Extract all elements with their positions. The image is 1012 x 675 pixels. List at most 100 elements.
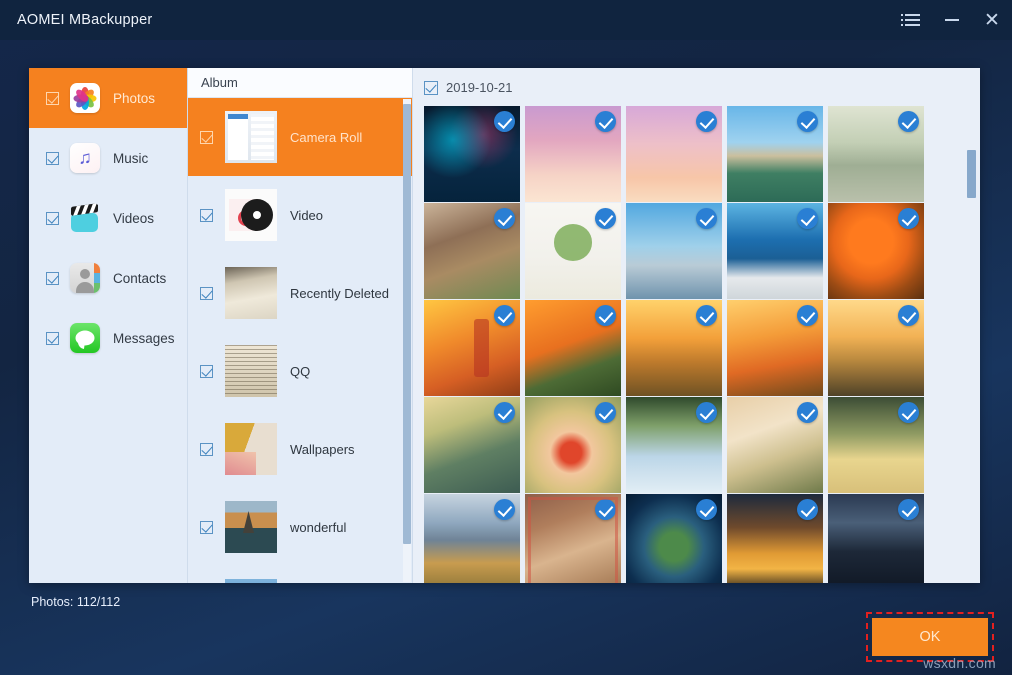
album-label-recently-deleted: Recently Deleted xyxy=(290,286,389,301)
photo-thumbnail[interactable] xyxy=(727,106,823,202)
messages-checkbox[interactable] xyxy=(46,332,59,345)
category-sidebar: Photos ♫ Music Videos Contacts xyxy=(29,68,188,583)
photo-selected-check-icon[interactable] xyxy=(898,499,919,520)
site-watermark: wsxdn.com xyxy=(923,655,996,671)
photo-selected-check-icon[interactable] xyxy=(595,402,616,423)
album-item-qq[interactable]: QQ xyxy=(188,332,412,410)
menu-button[interactable] xyxy=(892,0,932,40)
minimize-button[interactable] xyxy=(932,0,972,40)
photo-thumbnail[interactable] xyxy=(424,494,520,583)
photo-thumbnail[interactable] xyxy=(828,106,924,202)
photo-selected-check-icon[interactable] xyxy=(494,305,515,326)
photos-checkbox[interactable] xyxy=(46,92,59,105)
photo-selected-check-icon[interactable] xyxy=(898,111,919,132)
photo-grid-panel: 2019-10-21 xyxy=(413,68,980,583)
album-item-recently-deleted[interactable]: Recently Deleted xyxy=(188,254,412,332)
photo-selected-check-icon[interactable] xyxy=(494,402,515,423)
close-button[interactable]: ✕ xyxy=(972,0,1012,40)
sidebar-item-videos[interactable]: Videos xyxy=(29,188,187,248)
photo-thumbnail[interactable] xyxy=(626,203,722,299)
album-item-partial[interactable] xyxy=(188,566,412,583)
photo-grid xyxy=(424,106,980,583)
album-checkbox-recently-deleted[interactable] xyxy=(200,287,213,300)
photo-selected-check-icon[interactable] xyxy=(797,402,818,423)
videos-icon xyxy=(70,203,100,233)
list-menu-icon xyxy=(905,14,920,26)
photo-selected-check-icon[interactable] xyxy=(494,208,515,229)
album-checkbox-camera-roll[interactable] xyxy=(200,131,213,144)
photo-thumbnail[interactable] xyxy=(424,203,520,299)
album-column-header: Album xyxy=(188,68,412,98)
photo-thumbnail[interactable] xyxy=(424,397,520,493)
sidebar-label-videos: Videos xyxy=(113,211,154,226)
messages-icon xyxy=(70,323,100,353)
photo-selected-check-icon[interactable] xyxy=(696,208,717,229)
album-item-wonderful[interactable]: wonderful xyxy=(188,488,412,566)
photo-selected-check-icon[interactable] xyxy=(696,111,717,132)
photo-selected-check-icon[interactable] xyxy=(898,402,919,423)
sidebar-label-music: Music xyxy=(113,151,148,166)
photo-thumbnail[interactable] xyxy=(424,106,520,202)
album-item-wallpapers[interactable]: Wallpapers xyxy=(188,410,412,488)
close-icon: ✕ xyxy=(984,11,1000,30)
photo-thumbnail[interactable] xyxy=(525,106,621,202)
ok-button[interactable]: OK xyxy=(872,618,988,656)
music-checkbox[interactable] xyxy=(46,152,59,165)
photo-thumbnail[interactable] xyxy=(525,397,621,493)
photo-selected-check-icon[interactable] xyxy=(797,208,818,229)
photo-count-status: Photos: 112/112 xyxy=(31,595,120,609)
sidebar-item-music[interactable]: ♫ Music xyxy=(29,128,187,188)
photo-selected-check-icon[interactable] xyxy=(595,305,616,326)
sidebar-item-messages[interactable]: Messages xyxy=(29,308,187,368)
photo-thumbnail[interactable] xyxy=(525,494,621,583)
album-column: Album Camera Roll Video Recently Deleted xyxy=(188,68,413,583)
sidebar-item-photos[interactable]: Photos xyxy=(29,68,187,128)
photo-thumbnail[interactable] xyxy=(727,494,823,583)
sidebar-item-contacts[interactable]: Contacts xyxy=(29,248,187,308)
photo-selected-check-icon[interactable] xyxy=(696,499,717,520)
photo-selected-check-icon[interactable] xyxy=(696,402,717,423)
photo-selected-check-icon[interactable] xyxy=(696,305,717,326)
photo-thumbnail[interactable] xyxy=(828,300,924,396)
album-thumbnail-icon xyxy=(225,189,277,241)
album-label-video: Video xyxy=(290,208,323,223)
photo-thumbnail[interactable] xyxy=(525,203,621,299)
photo-selected-check-icon[interactable] xyxy=(595,111,616,132)
album-checkbox-wonderful[interactable] xyxy=(200,521,213,534)
album-scrollbar-thumb[interactable] xyxy=(403,104,411,544)
photo-thumbnail[interactable] xyxy=(727,300,823,396)
photo-thumbnail[interactable] xyxy=(424,300,520,396)
photo-selected-check-icon[interactable] xyxy=(797,305,818,326)
photo-scrollbar-thumb[interactable] xyxy=(967,150,976,198)
photo-thumbnail[interactable] xyxy=(828,203,924,299)
videos-checkbox[interactable] xyxy=(46,212,59,225)
photo-selected-check-icon[interactable] xyxy=(898,208,919,229)
photo-selected-check-icon[interactable] xyxy=(595,208,616,229)
date-group-checkbox[interactable] xyxy=(424,81,438,95)
photo-thumbnail[interactable] xyxy=(626,106,722,202)
contacts-checkbox[interactable] xyxy=(46,272,59,285)
photo-selected-check-icon[interactable] xyxy=(797,111,818,132)
photo-thumbnail[interactable] xyxy=(727,203,823,299)
album-thumbnail-icon xyxy=(225,345,277,397)
album-thumbnail-icon xyxy=(225,423,277,475)
photo-thumbnail[interactable] xyxy=(626,300,722,396)
photo-selected-check-icon[interactable] xyxy=(494,499,515,520)
photo-selected-check-icon[interactable] xyxy=(898,305,919,326)
album-item-camera-roll[interactable]: Camera Roll xyxy=(188,98,412,176)
photo-selected-check-icon[interactable] xyxy=(595,499,616,520)
album-checkbox-wallpapers[interactable] xyxy=(200,443,213,456)
window-titlebar: AOMEI MBackupper ✕ xyxy=(0,0,1012,40)
music-icon: ♫ xyxy=(70,143,100,173)
photo-selected-check-icon[interactable] xyxy=(797,499,818,520)
photo-thumbnail[interactable] xyxy=(828,494,924,583)
album-checkbox-video[interactable] xyxy=(200,209,213,222)
album-item-video[interactable]: Video xyxy=(188,176,412,254)
album-checkbox-qq[interactable] xyxy=(200,365,213,378)
photo-selected-check-icon[interactable] xyxy=(494,111,515,132)
photo-thumbnail[interactable] xyxy=(626,494,722,583)
photo-thumbnail[interactable] xyxy=(525,300,621,396)
photo-thumbnail[interactable] xyxy=(727,397,823,493)
photo-thumbnail[interactable] xyxy=(828,397,924,493)
photo-thumbnail[interactable] xyxy=(626,397,722,493)
